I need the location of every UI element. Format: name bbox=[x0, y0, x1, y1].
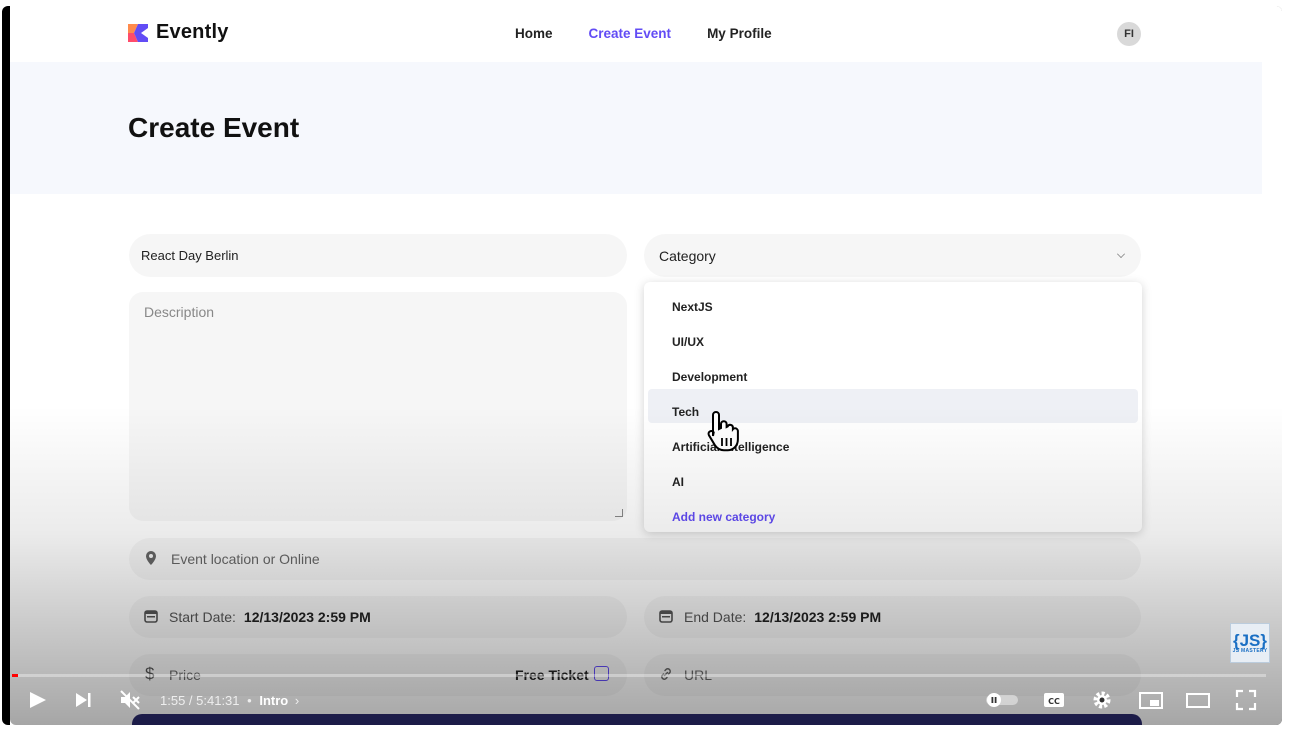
end-date-value: 12/13/2023 2:59 PM bbox=[754, 609, 882, 625]
autoplay-toggle-icon[interactable] bbox=[984, 688, 1020, 712]
add-category-button[interactable]: Add new category bbox=[672, 510, 775, 524]
site-header: Evently Home Create Event My Profile FI bbox=[10, 6, 1282, 62]
next-icon[interactable] bbox=[72, 688, 94, 712]
logo[interactable]: Evently bbox=[128, 21, 229, 44]
category-option[interactable]: NextJS bbox=[672, 300, 713, 314]
progress-played bbox=[12, 674, 18, 677]
resize-handle-icon[interactable] bbox=[615, 509, 623, 517]
page-hero: Create Event bbox=[10, 62, 1262, 194]
main-nav: Home Create Event My Profile bbox=[515, 26, 772, 41]
submit-button-partial bbox=[132, 714, 1142, 725]
chapter-link[interactable]: Intro bbox=[259, 693, 288, 708]
theater-icon[interactable] bbox=[1185, 688, 1211, 712]
time-display: 1:55 / 5:41:31 bbox=[160, 693, 240, 708]
watermark-logo-icon: {JS} bbox=[1232, 631, 1268, 650]
svg-text:CC: CC bbox=[1048, 697, 1060, 706]
play-icon[interactable] bbox=[26, 688, 48, 712]
settings-icon[interactable] bbox=[1090, 688, 1114, 712]
frame-border-left bbox=[2, 6, 10, 725]
mute-icon[interactable] bbox=[118, 688, 142, 712]
category-option[interactable]: UI/UX bbox=[672, 335, 704, 349]
user-avatar[interactable]: FI bbox=[1117, 22, 1141, 46]
category-option-highlighted[interactable]: Tech bbox=[672, 405, 699, 419]
dollar-icon: $ bbox=[145, 664, 155, 683]
location-pin-icon bbox=[146, 551, 156, 565]
category-select[interactable]: Category bbox=[644, 234, 1141, 277]
category-placeholder: Category bbox=[659, 248, 716, 264]
hand-cursor-icon bbox=[707, 410, 739, 452]
start-date-label: Start Date: bbox=[169, 609, 236, 625]
category-option[interactable]: AI bbox=[672, 475, 684, 489]
evently-logo-icon bbox=[128, 23, 148, 42]
calendar-icon bbox=[659, 610, 673, 623]
fullscreen-icon[interactable] bbox=[1234, 688, 1258, 712]
nav-home[interactable]: Home bbox=[515, 26, 553, 41]
page-title: Create Event bbox=[128, 112, 300, 143]
nav-my-profile[interactable]: My Profile bbox=[707, 26, 772, 41]
js-mastery-watermark: {JS} JS MASTERY bbox=[1230, 623, 1270, 663]
event-title-input[interactable]: React Day Berlin bbox=[129, 234, 627, 277]
start-date-value: 12/13/2023 2:59 PM bbox=[243, 609, 371, 625]
location-placeholder: Event location or Online bbox=[171, 551, 320, 567]
captions-icon[interactable]: CC bbox=[1042, 688, 1066, 712]
video-frame: Evently Home Create Event My Profile FI … bbox=[10, 6, 1282, 725]
miniplayer-icon[interactable] bbox=[1138, 688, 1164, 712]
nav-create-event[interactable]: Create Event bbox=[589, 26, 672, 41]
description-textarea[interactable]: Description bbox=[129, 292, 627, 521]
chevron-right-icon[interactable]: › bbox=[295, 693, 299, 708]
video-progress-bar[interactable] bbox=[12, 674, 1266, 677]
watermark-text: JS MASTERY bbox=[1232, 648, 1268, 654]
logo-text: Evently bbox=[156, 21, 229, 43]
chevron-down-icon bbox=[1117, 250, 1125, 258]
location-input[interactable]: Event location or Online bbox=[129, 538, 1141, 580]
start-date-field[interactable]: Start Date: 12/13/2023 2:59 PM bbox=[129, 596, 627, 638]
description-placeholder: Description bbox=[144, 304, 215, 320]
playback-time: 1:55 / 5:41:31 • Intro › bbox=[160, 693, 300, 708]
end-date-field[interactable]: End Date: 12/13/2023 2:59 PM bbox=[644, 596, 1141, 638]
category-dropdown: NextJS UI/UX Development Tech Artificial… bbox=[644, 282, 1142, 532]
calendar-icon bbox=[144, 610, 158, 623]
category-option[interactable]: Development bbox=[672, 370, 747, 384]
end-date-label: End Date: bbox=[684, 609, 747, 625]
